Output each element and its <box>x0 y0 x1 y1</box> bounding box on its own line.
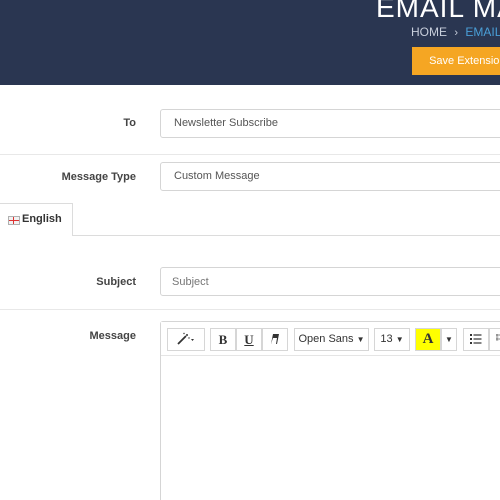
color-dropdown-button[interactable]: ▼ <box>441 328 457 351</box>
save-extension-button[interactable]: Save Extension S <box>412 47 500 75</box>
caret-down-icon: ▼ <box>356 335 365 344</box>
row-divider <box>0 309 500 310</box>
bold-button[interactable]: B <box>210 328 236 351</box>
breadcrumb-separator: › <box>454 27 459 39</box>
magic-wand-icon <box>177 332 194 345</box>
page-header: EMAIL MA HOME › EMAIL M Save Extension S <box>0 0 500 85</box>
editor-content-area[interactable] <box>161 357 500 500</box>
tab-bar-border <box>73 235 500 236</box>
ordered-list-button[interactable] <box>489 328 500 351</box>
page-title: EMAIL MA <box>376 0 500 23</box>
eraser-icon <box>271 334 279 345</box>
unordered-list-icon <box>470 334 482 345</box>
style-dropdown-button[interactable] <box>167 328 205 351</box>
breadcrumb: HOME › EMAIL M <box>411 25 500 39</box>
message-label: Message <box>89 330 136 342</box>
subject-label: Subject <box>96 276 136 288</box>
to-select[interactable]: Newsletter Subscribe <box>160 109 500 138</box>
text-color-button[interactable]: A <box>415 328 441 351</box>
font-family-value: Open Sans <box>298 333 354 345</box>
uk-flag-icon <box>8 216 20 225</box>
subject-input[interactable] <box>160 267 500 296</box>
clear-format-button[interactable] <box>262 328 288 351</box>
font-size-value: 13 <box>380 333 393 345</box>
caret-down-icon: ▼ <box>445 335 453 344</box>
font-family-dropdown[interactable]: Open Sans ▼ <box>294 328 369 351</box>
breadcrumb-current[interactable]: EMAIL M <box>465 25 500 39</box>
breadcrumb-home-link[interactable]: HOME <box>411 25 447 39</box>
ordered-list-icon <box>495 333 500 341</box>
message-type-select[interactable]: Custom Message <box>160 162 500 191</box>
tab-english[interactable]: English <box>0 203 73 236</box>
message-type-label: Message Type <box>61 171 136 183</box>
editor-toolbar: B U Open Sans ▼ 13 ▼ A ▼ <box>161 322 500 356</box>
row-divider <box>0 154 500 155</box>
tab-english-label: English <box>22 213 62 225</box>
font-size-dropdown[interactable]: 13 ▼ <box>374 328 410 351</box>
caret-down-icon: ▼ <box>395 335 404 344</box>
unordered-list-button[interactable] <box>463 328 489 351</box>
message-editor[interactable]: B U Open Sans ▼ 13 ▼ A ▼ <box>160 321 500 500</box>
underline-button[interactable]: U <box>236 328 262 351</box>
to-label: To <box>123 117 136 129</box>
